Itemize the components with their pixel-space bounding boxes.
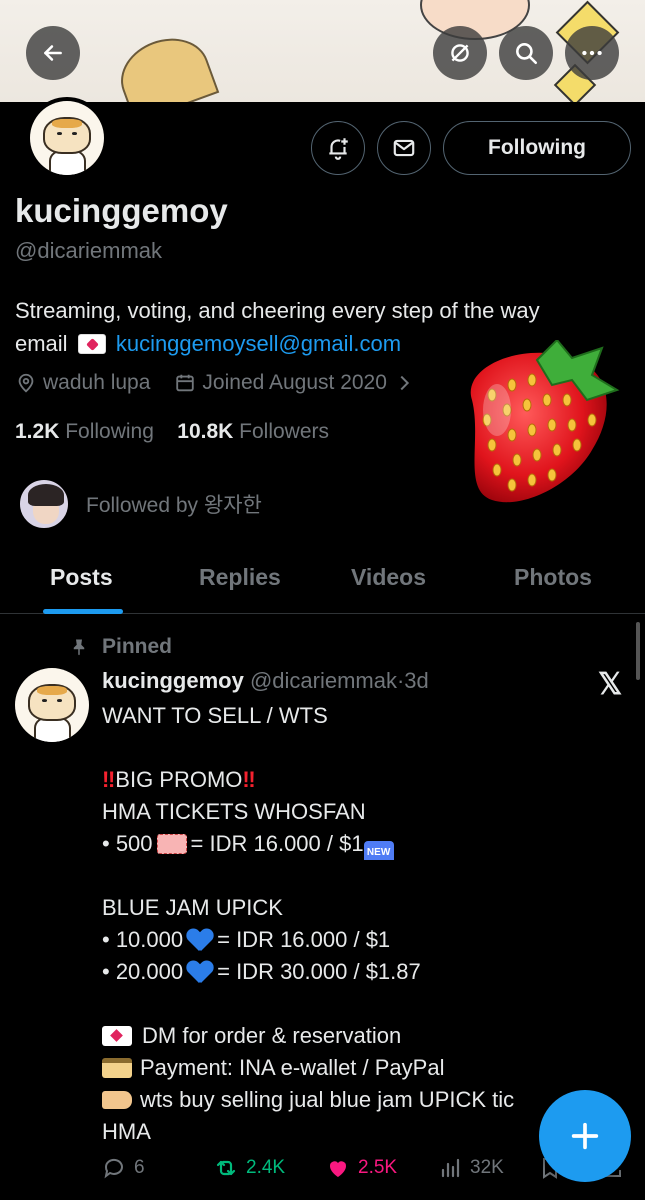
new-badge-icon: NEW [363,841,394,860]
pinned-label: Pinned [70,635,172,659]
reply-icon [104,1158,123,1179]
envelope-icon [393,139,415,157]
blue-heart-icon [187,959,213,983]
post-text: WANT TO SELL / WTS ‼BIG PROMO‼ HMA TICKE… [102,700,622,1148]
bio-line-1: Streaming, voting, and cheering every st… [15,298,540,323]
followed-by-text: Followed by 왕자한 [86,494,262,517]
follower-avatar [18,478,70,530]
avatar-cat-stripe [37,685,67,695]
notifications-button[interactable] [311,121,365,175]
plus-icon [571,1122,599,1150]
more-icon [582,50,602,56]
x-logo-icon: 𝕏 [598,668,623,701]
message-button[interactable] [377,121,431,175]
ticket-emoji-icon [156,834,187,854]
pin-icon [73,639,85,656]
profile-stats: 1.2K Following 10.8K Followers [15,420,329,444]
tab-videos[interactable]: Videos [351,564,426,591]
like-button[interactable]: 2.5K [326,1156,397,1180]
post-line: WANT TO SELL / WTS [102,703,328,728]
scrollbar[interactable] [636,622,640,680]
chevron-right-icon[interactable] [393,372,415,394]
bio-email-prefix: email [15,331,68,356]
tab-photos[interactable]: Photos [514,564,592,591]
profile-avatar[interactable] [26,97,108,179]
back-button[interactable] [26,26,80,80]
calendar-icon [176,374,195,392]
profile-name: kucinggemoy [15,192,228,229]
tab-posts[interactable]: Posts [50,564,113,591]
search-icon [516,43,538,65]
post-line: • 500 = IDR 16.000 / $1 NEW [102,828,622,860]
following-button[interactable]: Following [443,121,631,175]
avatar-cat-eye [41,699,47,703]
search-button[interactable] [499,26,553,80]
heart-icon [329,1161,347,1177]
love-letter-emoji-icon [102,1026,132,1046]
following-stat[interactable]: 1.2K Following [15,420,154,443]
label-tag-emoji-icon [102,1091,132,1109]
reply-button[interactable]: 6 [102,1156,145,1180]
more-button[interactable] [565,26,619,80]
post-line: • 10.000 = IDR 16.000 / $1 [102,927,391,952]
followed-by[interactable]: Followed by 왕자한 [18,478,262,530]
location-pin-icon [18,373,34,393]
post-header: kucinggemoy @dicariemmak·3d [102,668,429,694]
post-line: DM for order & reservation [102,1020,622,1052]
double-exclamation-icon: ‼ [102,767,116,792]
arrow-left-icon [44,45,62,61]
post-line: BLUE JAM UPICK [102,895,283,920]
post-line: • 20.000 = IDR 30.000 / $1.87 [102,959,421,984]
active-tab-indicator [43,609,123,614]
eye-slash-icon [451,44,469,62]
bio-email-link[interactable]: kucinggemoysell@gmail.com [116,331,401,356]
tab-replies[interactable]: Replies [199,564,281,591]
repost-icon [216,1160,236,1176]
post-line: ‼BIG PROMO‼ [102,767,256,792]
love-letter-emoji-icon [77,334,106,354]
hide-button[interactable] [433,26,487,80]
followers-stat[interactable]: 10.8K Followers [177,420,329,443]
banner-cat-ear [110,26,220,102]
post-author-name[interactable]: kucinggemoy [102,668,244,693]
post-line: wts buy selling jual blue jam UPICK tic [102,1084,622,1116]
repost-button[interactable]: 2.4K [214,1156,285,1180]
bell-plus-icon [329,138,348,160]
blue-heart-icon [187,927,213,951]
post-line: HMA TICKETS WHOSFAN [102,799,366,824]
post-time[interactable]: 3d [404,668,428,693]
post-author-handle[interactable]: @dicariemmak [250,668,397,693]
post-line: Payment: INA e-wallet / PayPal [102,1052,622,1084]
views-bar-chart-icon [441,1158,460,1178]
post-author-avatar[interactable] [15,668,89,742]
credit-card-emoji-icon [102,1058,132,1078]
views-button[interactable]: 32K [438,1156,504,1180]
strawberry-sticker [470,340,620,503]
profile-meta: waduh lupa Joined August 2020 [15,371,415,395]
profile-tabs: Posts Replies Videos Photos [0,548,645,614]
profile-handle: @dicariemmak [15,238,163,263]
compose-post-button[interactable] [539,1090,631,1182]
double-exclamation-icon: ‼ [242,767,256,792]
profile-joined[interactable]: Joined August 2020 [202,371,387,395]
avatar-cat-stripe [52,118,82,128]
profile-location: waduh lupa [43,371,151,394]
avatar-cat-eye [56,132,62,136]
